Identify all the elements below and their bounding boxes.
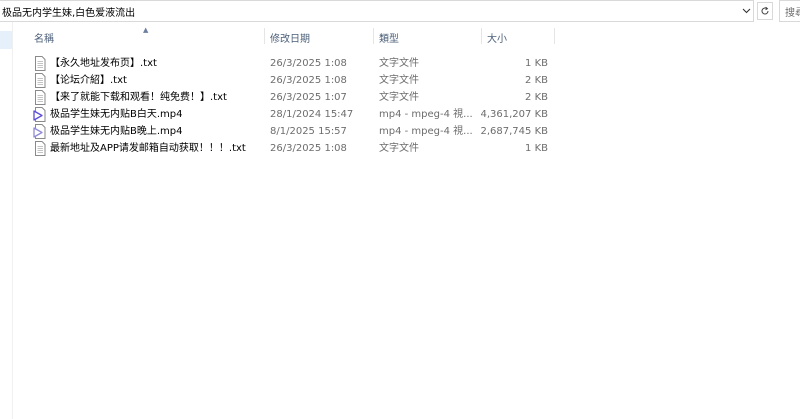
file-row[interactable]: 极品学生妹无内贴B晚上.mp4 8/1/2025 15:57 mp4 - mpe… bbox=[30, 123, 554, 140]
text-file-icon bbox=[35, 73, 46, 88]
refresh-button[interactable] bbox=[757, 2, 773, 20]
navigation-pane-selected-item[interactable] bbox=[0, 31, 12, 49]
column-divider[interactable] bbox=[554, 28, 555, 44]
column-header-date[interactable]: 修改日期 bbox=[264, 26, 373, 48]
file-date: 26/3/2025 1:08 bbox=[270, 143, 347, 154]
file-name: 最新地址及APP请发邮箱自动获取！！！.txt bbox=[50, 143, 246, 154]
file-size: 1 KB bbox=[525, 58, 548, 69]
file-date: 8/1/2025 15:57 bbox=[270, 126, 347, 137]
search-input[interactable]: 搜尋 bbox=[779, 0, 800, 22]
video-file-icon bbox=[33, 124, 46, 139]
file-date: 26/3/2025 1:07 bbox=[270, 92, 347, 103]
file-row[interactable]: 【论坛介紹】.txt 26/3/2025 1:08 文字文件 2 KB bbox=[30, 72, 554, 89]
column-header-date-label: 修改日期 bbox=[270, 33, 310, 45]
text-file-icon bbox=[35, 141, 46, 156]
file-name: 【来了就能下载和观看！纯免费！】.txt bbox=[50, 92, 227, 103]
video-file-icon bbox=[33, 107, 46, 122]
file-type: 文字文件 bbox=[379, 92, 419, 103]
file-size: 1 KB bbox=[525, 143, 548, 154]
chevron-down-icon bbox=[742, 8, 750, 14]
column-header-size-label: 大小 bbox=[487, 33, 507, 45]
file-date: 26/3/2025 1:08 bbox=[270, 75, 347, 86]
column-header-type[interactable]: 類型 bbox=[373, 26, 481, 48]
file-name: 极品学生妹无内贴B晚上.mp4 bbox=[50, 126, 183, 137]
address-history-dropdown[interactable] bbox=[740, 4, 752, 18]
file-date: 28/1/2024 15:47 bbox=[270, 109, 354, 120]
search-placeholder: 搜尋 bbox=[785, 7, 800, 19]
file-type: 文字文件 bbox=[379, 58, 419, 69]
text-file-icon bbox=[35, 90, 46, 105]
file-row[interactable]: 极品学生妹无内贴B白天.mp4 28/1/2024 15:47 mp4 - mp… bbox=[30, 106, 554, 123]
address-path[interactable]: 极品无内学生妹,白色爱液流出 bbox=[2, 4, 135, 19]
file-name: 极品学生妹无内贴B白天.mp4 bbox=[50, 109, 183, 120]
file-type: 文字文件 bbox=[379, 75, 419, 86]
refresh-icon bbox=[761, 6, 769, 15]
sort-ascending-icon: ▲ bbox=[143, 26, 149, 34]
column-header-size[interactable]: 大小 bbox=[481, 26, 554, 48]
file-name: 【论坛介紹】.txt bbox=[50, 75, 127, 86]
address-bar[interactable]: 极品无内学生妹,白色爱液流出 bbox=[0, 0, 754, 22]
file-name: 【永久地址发布页】.txt bbox=[50, 58, 157, 69]
file-type: mp4 - mpeg-4 視... bbox=[379, 126, 473, 137]
file-date: 26/3/2025 1:08 bbox=[270, 58, 347, 69]
navigation-pane-divider bbox=[12, 22, 13, 419]
text-file-icon bbox=[35, 56, 46, 71]
file-row[interactable]: 【永久地址发布页】.txt 26/3/2025 1:08 文字文件 1 KB bbox=[30, 55, 554, 72]
file-type: 文字文件 bbox=[379, 143, 419, 154]
file-size: 2 KB bbox=[525, 92, 548, 103]
file-type: mp4 - mpeg-4 視... bbox=[379, 109, 473, 120]
file-row[interactable]: 最新地址及APP请发邮箱自动获取！！！.txt 26/3/2025 1:08 文… bbox=[30, 140, 554, 157]
file-size: 4,361,207 KB bbox=[480, 109, 549, 120]
column-header-name-label: 名稱 bbox=[34, 33, 54, 45]
file-size: 2,687,745 KB bbox=[480, 126, 549, 137]
file-row[interactable]: 【来了就能下载和观看！纯免费！】.txt 26/3/2025 1:07 文字文件… bbox=[30, 89, 554, 106]
file-size: 2 KB bbox=[525, 75, 548, 86]
column-header-type-label: 類型 bbox=[379, 33, 399, 45]
